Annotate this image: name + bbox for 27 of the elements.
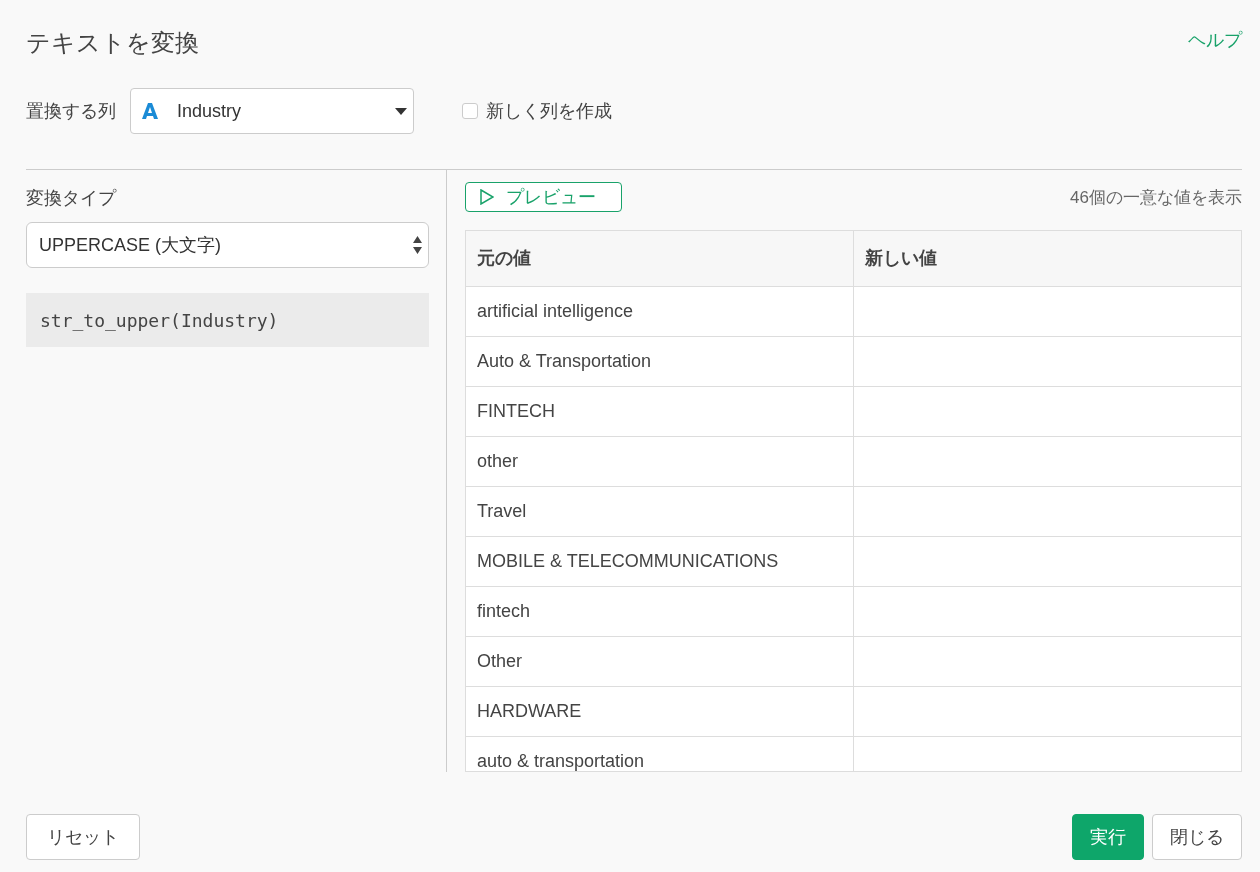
checkbox[interactable] <box>462 103 478 119</box>
play-icon <box>480 189 494 205</box>
close-button[interactable]: 閉じる <box>1152 814 1242 860</box>
table-cell: MOBILE & TELECOMMUNICATIONS <box>466 536 854 586</box>
table-cell: Travel <box>466 486 854 536</box>
unique-count-text: 46個の一意な値を表示 <box>1070 186 1242 209</box>
checkbox-label: 新しく列を作成 <box>486 100 612 123</box>
caret-icon <box>395 108 407 115</box>
code-expression: str_to_upper(Industry) <box>26 293 429 347</box>
column-dropdown[interactable]: Industry <box>130 88 414 134</box>
column-header: 新しい値 <box>853 231 1241 286</box>
table-cell: HARDWARE <box>466 686 854 736</box>
dialog-title: テキストを変換 <box>26 28 199 58</box>
table-cell: fintech <box>466 586 854 636</box>
column-header: 元の値 <box>466 231 854 286</box>
field-label: 変換タイプ <box>26 187 118 210</box>
conversion-type-select[interactable]: UPPERCASE (大文字) <box>26 222 429 268</box>
table-cell: Auto & Transportation <box>466 336 854 386</box>
table-cell: auto & transportation <box>466 736 854 771</box>
field-label: 置換する列 <box>26 100 116 123</box>
table-cell: other <box>466 436 854 486</box>
updown-arrows-icon <box>413 236 422 254</box>
table-cell: Other <box>466 636 854 686</box>
letter-a-icon <box>141 102 159 120</box>
reset-button[interactable]: リセット <box>26 814 140 860</box>
table-cell: FINTECH <box>466 386 854 436</box>
table-cell: artificial intelligence <box>466 286 854 336</box>
